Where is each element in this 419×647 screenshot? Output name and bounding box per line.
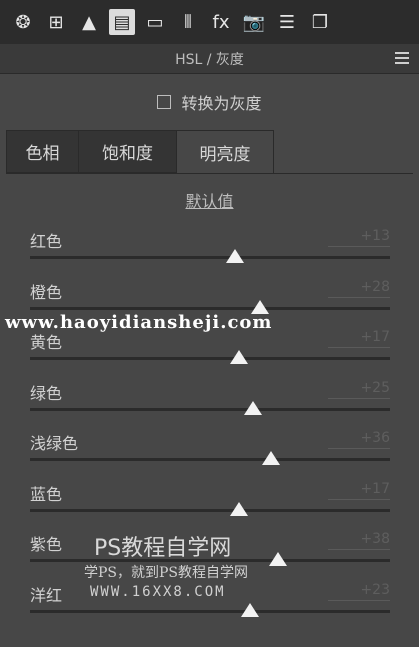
slider-thumb[interactable] [229,350,248,364]
slider-thumb[interactable] [240,602,259,617]
slider-value-field[interactable]: +36 [328,430,390,449]
slider-row: 绿色 +25 [30,380,390,430]
slider-thumb[interactable] [226,249,245,263]
tab-hue[interactable]: 色相 [6,130,78,173]
slider-label: 蓝色 [30,484,63,504]
grayscale-toggle[interactable]: 转换为灰度 [0,90,419,114]
slider-row: 红色 +13 [30,228,390,278]
slider-row: 黄色 +17 [30,329,390,379]
slider-track[interactable] [30,357,390,360]
slider-value-field[interactable]: +28 [328,279,390,298]
slider-value-field[interactable]: +23 [328,582,390,601]
watermark-domain: WWW.16XX8.COM [90,584,226,600]
watermark-subtitle: 学PS，就到PS教程自学网 [84,565,249,581]
panel-menu-icon[interactable] [395,52,409,64]
slider-track[interactable] [30,407,390,411]
grayscale-label: 转换为灰度 [181,94,262,113]
slider-track[interactable] [30,306,390,310]
slider-thumb[interactable] [262,451,281,465]
aperture-icon[interactable]: ❂ [10,9,36,35]
slider-thumb[interactable] [229,501,248,516]
panel-header: HSL / 灰度 [0,44,419,74]
slider-label: 紫色 [30,535,63,554]
slider-thumb[interactable] [269,552,288,566]
grayscale-checkbox[interactable] [157,95,172,109]
watermark-title: PS教程自学网 [94,536,232,561]
slider-thumb[interactable] [244,400,263,415]
tab-saturation[interactable]: 饱和度 [78,130,176,173]
split-tone-icon[interactable]: ▭ [142,9,168,35]
slider-label: 绿色 [30,383,63,403]
snapshot-icon[interactable]: ❐ [307,9,333,35]
slider-track[interactable] [30,256,390,259]
slider-value-field[interactable]: +17 [328,481,390,500]
lens-icon[interactable]: ⦀ [175,9,201,35]
camera-icon[interactable]: 📷 [241,9,267,35]
mountain-icon[interactable]: ▲ [76,9,102,35]
slider-row: 蓝色 +17 [30,481,390,531]
hsl-tabs: 色相 饱和度 明亮度 [6,130,413,174]
slider-track[interactable] [30,609,390,613]
fx-icon[interactable]: fx [208,9,234,35]
slider-label: 浅绿色 [30,434,79,453]
slider-value-field[interactable]: +25 [328,380,390,399]
presets-icon[interactable]: ☰ [274,9,300,35]
default-link[interactable]: 默认值 [0,188,419,212]
slider-label: 红色 [30,232,63,251]
slider-track[interactable] [30,458,390,461]
slider-value-field[interactable]: +17 [328,329,390,348]
tab-luminance[interactable]: 明亮度 [176,130,274,173]
grid-icon[interactable]: ⊞ [43,9,69,35]
hsl-icon[interactable]: ▤ [109,9,135,35]
slider-label: 洋红 [30,585,63,605]
tabs-filler [274,130,413,173]
slider-track[interactable] [30,508,390,512]
panel-toolbar: ❂ ⊞ ▲ ▤ ▭ ⦀ fx 📷 ☰ ❐ [0,0,419,44]
watermark-url: www.haoyidiansheji.com [5,312,273,333]
slider-label: 橙色 [30,282,63,302]
slider-value-field[interactable]: +38 [328,531,390,550]
slider-value-field[interactable]: +13 [328,228,390,247]
panel-title: HSL / 灰度 [175,51,244,68]
slider-row: 浅绿色 +36 [30,430,390,480]
